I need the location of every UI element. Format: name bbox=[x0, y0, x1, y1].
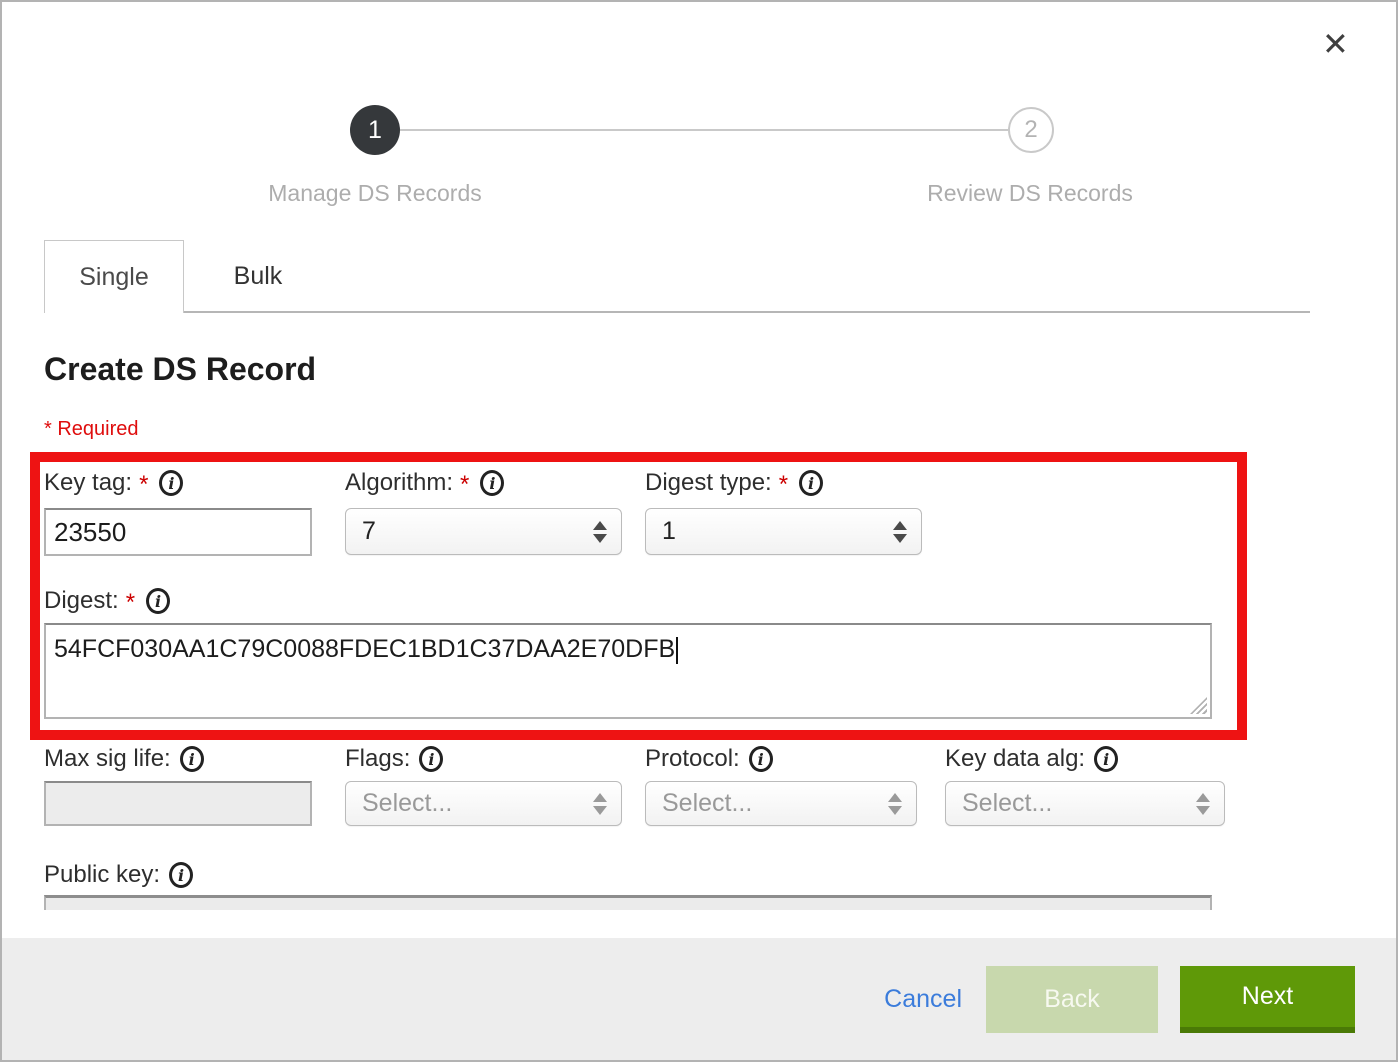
stepper-step-1: 1 bbox=[350, 105, 400, 155]
select-arrows-icon bbox=[593, 793, 607, 815]
tab-bulk-label: Bulk bbox=[234, 262, 283, 291]
select-arrows-icon bbox=[593, 521, 607, 543]
protocol-select-value: Select... bbox=[662, 789, 888, 818]
resize-handle-icon[interactable] bbox=[1190, 697, 1207, 714]
required-asterisk: * bbox=[126, 589, 135, 617]
max-sig-life-label: Max sig life: i bbox=[44, 744, 204, 774]
key-data-alg-label: Key data alg: i bbox=[945, 744, 1118, 774]
algorithm-label: Algorithm: * i bbox=[345, 468, 504, 498]
required-note: * Required bbox=[44, 418, 139, 441]
tab-single-label: Single bbox=[79, 263, 149, 292]
stepper-step-1-label: Manage DS Records bbox=[215, 180, 535, 207]
public-key-textarea[interactable] bbox=[44, 895, 1212, 910]
select-arrows-icon bbox=[1196, 793, 1210, 815]
protocol-select[interactable]: Select... bbox=[645, 781, 917, 826]
stepper-step-1-number: 1 bbox=[368, 116, 382, 145]
digest-textarea[interactable]: 54FCF030AA1C79C0088FDEC1BD1C37DAA2E70DFB bbox=[44, 623, 1212, 719]
digest-label: Digest: * i bbox=[44, 586, 170, 616]
digest-type-label: Digest type: * i bbox=[645, 468, 823, 498]
required-asterisk: * bbox=[779, 471, 788, 499]
stepper-connector-line bbox=[400, 129, 1008, 131]
text-caret bbox=[676, 637, 678, 664]
max-sig-life-input[interactable] bbox=[44, 781, 312, 826]
algorithm-select-value: 7 bbox=[362, 517, 593, 546]
select-arrows-icon bbox=[893, 521, 907, 543]
tabbar-bottom-border bbox=[184, 311, 1310, 313]
stepper-step-2-label: Review DS Records bbox=[870, 180, 1190, 207]
protocol-label: Protocol: i bbox=[645, 744, 773, 774]
public-key-label: Public key: i bbox=[44, 860, 193, 890]
info-icon[interactable]: i bbox=[480, 470, 504, 496]
create-ds-record-modal: { "window": { "close_icon": "✕" }, "step… bbox=[0, 0, 1398, 1062]
tab-single[interactable]: Single bbox=[44, 240, 184, 313]
flags-select[interactable]: Select... bbox=[345, 781, 622, 826]
key-tag-label: Key tag: * i bbox=[44, 468, 183, 498]
required-asterisk: * bbox=[139, 471, 148, 499]
select-arrows-icon bbox=[888, 793, 902, 815]
required-asterisk: * bbox=[460, 471, 469, 499]
info-icon[interactable]: i bbox=[799, 470, 823, 496]
info-icon[interactable]: i bbox=[180, 746, 204, 772]
flags-select-value: Select... bbox=[362, 789, 593, 818]
key-tag-input[interactable] bbox=[44, 508, 312, 556]
digest-value: 54FCF030AA1C79C0088FDEC1BD1C37DAA2E70DFB bbox=[54, 635, 675, 663]
info-icon[interactable]: i bbox=[419, 746, 443, 772]
modal-footer: Cancel Back Next bbox=[2, 938, 1396, 1060]
info-icon[interactable]: i bbox=[146, 588, 170, 614]
info-icon[interactable]: i bbox=[749, 746, 773, 772]
tab-bulk[interactable]: Bulk bbox=[185, 240, 331, 313]
stepper-step-2: 2 bbox=[1008, 107, 1054, 153]
next-button[interactable]: Next bbox=[1180, 966, 1355, 1033]
back-button[interactable]: Back bbox=[986, 966, 1158, 1033]
cancel-link[interactable]: Cancel bbox=[884, 985, 962, 1014]
digest-type-select-value: 1 bbox=[662, 517, 893, 546]
info-icon[interactable]: i bbox=[159, 470, 183, 496]
stepper-step-2-number: 2 bbox=[1024, 116, 1037, 144]
page-title: Create DS Record bbox=[44, 351, 316, 388]
algorithm-select[interactable]: 7 bbox=[345, 508, 622, 555]
flags-label: Flags: i bbox=[345, 744, 443, 774]
close-icon[interactable]: ✕ bbox=[1322, 28, 1349, 60]
digest-type-select[interactable]: 1 bbox=[645, 508, 922, 555]
key-data-alg-select-value: Select... bbox=[962, 789, 1196, 818]
info-icon[interactable]: i bbox=[1094, 746, 1118, 772]
key-data-alg-select[interactable]: Select... bbox=[945, 781, 1225, 826]
info-icon[interactable]: i bbox=[169, 862, 193, 888]
